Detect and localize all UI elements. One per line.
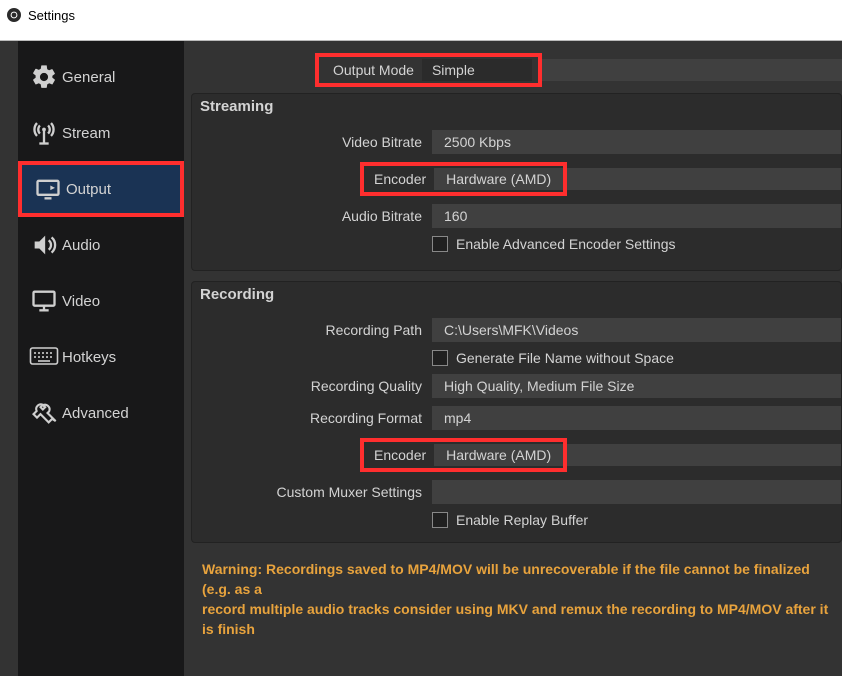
left-gutter [0, 41, 18, 676]
sidebar: General Stream Output Audio Video [18, 41, 184, 676]
custom-muxer-input[interactable] [432, 480, 841, 504]
recording-warning: Warning: Recordings saved to MP4/MOV wil… [202, 559, 842, 639]
recording-format-label: Recording Format [192, 410, 432, 426]
sidebar-item-label: Advanced [62, 405, 129, 422]
streaming-encoder-select[interactable]: Hardware (AMD) [434, 168, 563, 190]
title-bar: Settings [0, 0, 842, 30]
filename-space-checkbox[interactable] [432, 350, 448, 366]
recording-encoder-label: Encoder [374, 447, 434, 463]
window-title: Settings [28, 8, 75, 23]
video-bitrate-input[interactable]: 2500 Kbps [432, 130, 841, 154]
video-bitrate-label: Video Bitrate [192, 134, 432, 150]
recording-format-select[interactable]: mp4 [432, 406, 841, 430]
app-icon [6, 7, 28, 23]
output-mode-label: Output Mode [333, 62, 414, 78]
recording-encoder-highlight: Encoder Hardware (AMD) [360, 438, 567, 472]
sidebar-item-label: Output [66, 181, 111, 198]
replay-buffer-checkbox-label: Enable Replay Buffer [456, 512, 588, 528]
recording-group: Recording Recording Path C:\Users\MFK\Vi… [191, 281, 842, 543]
sidebar-item-audio[interactable]: Audio [18, 217, 184, 273]
antenna-icon [26, 119, 62, 147]
audio-bitrate-label: Audio Bitrate [192, 208, 432, 224]
sidebar-item-label: General [62, 69, 115, 86]
sidebar-item-label: Hotkeys [62, 349, 116, 366]
sidebar-item-hotkeys[interactable]: Hotkeys [18, 329, 184, 385]
sidebar-item-label: Audio [62, 237, 100, 254]
recording-encoder-select-rest[interactable] [567, 444, 841, 466]
output-mode-select-rest[interactable] [542, 59, 842, 81]
sidebar-item-advanced[interactable]: Advanced [18, 385, 184, 441]
monitor-icon [26, 287, 62, 315]
filename-space-checkbox-label: Generate File Name without Space [456, 350, 674, 366]
streaming-group: Streaming Video Bitrate 2500 Kbps Encode… [191, 93, 842, 271]
keyboard-icon [26, 346, 62, 368]
advanced-encoder-checkbox[interactable] [432, 236, 448, 252]
recording-encoder-select[interactable]: Hardware (AMD) [434, 444, 563, 466]
sidebar-item-video[interactable]: Video [18, 273, 184, 329]
tools-icon [26, 399, 62, 427]
gear-icon [26, 63, 62, 91]
recording-path-label: Recording Path [192, 322, 432, 338]
sidebar-item-label: Stream [62, 125, 110, 142]
replay-buffer-checkbox[interactable] [432, 512, 448, 528]
recording-title: Recording [200, 286, 274, 303]
output-mode-select[interactable]: Simple [422, 59, 532, 81]
streaming-title: Streaming [200, 98, 273, 115]
custom-muxer-label: Custom Muxer Settings [192, 484, 432, 500]
recording-quality-label: Recording Quality [192, 378, 432, 394]
sidebar-item-output[interactable]: Output [18, 161, 184, 217]
audio-icon [26, 231, 62, 259]
sidebar-item-label: Video [62, 293, 100, 310]
streaming-encoder-select-rest[interactable] [567, 168, 841, 190]
streaming-encoder-highlight: Encoder Hardware (AMD) [360, 162, 567, 196]
advanced-encoder-checkbox-label: Enable Advanced Encoder Settings [456, 236, 676, 252]
output-icon [30, 175, 66, 203]
output-mode-block: Output Mode Simple [315, 53, 542, 87]
content-panel: Output Mode Simple Streaming Video Bitra… [184, 41, 842, 676]
recording-path-input[interactable]: C:\Users\MFK\Videos [432, 318, 841, 342]
streaming-encoder-label: Encoder [374, 171, 434, 187]
recording-quality-select[interactable]: High Quality, Medium File Size [432, 374, 841, 398]
sidebar-item-general[interactable]: General [18, 49, 184, 105]
sidebar-item-stream[interactable]: Stream [18, 105, 184, 161]
audio-bitrate-select[interactable]: 160 [432, 204, 841, 228]
